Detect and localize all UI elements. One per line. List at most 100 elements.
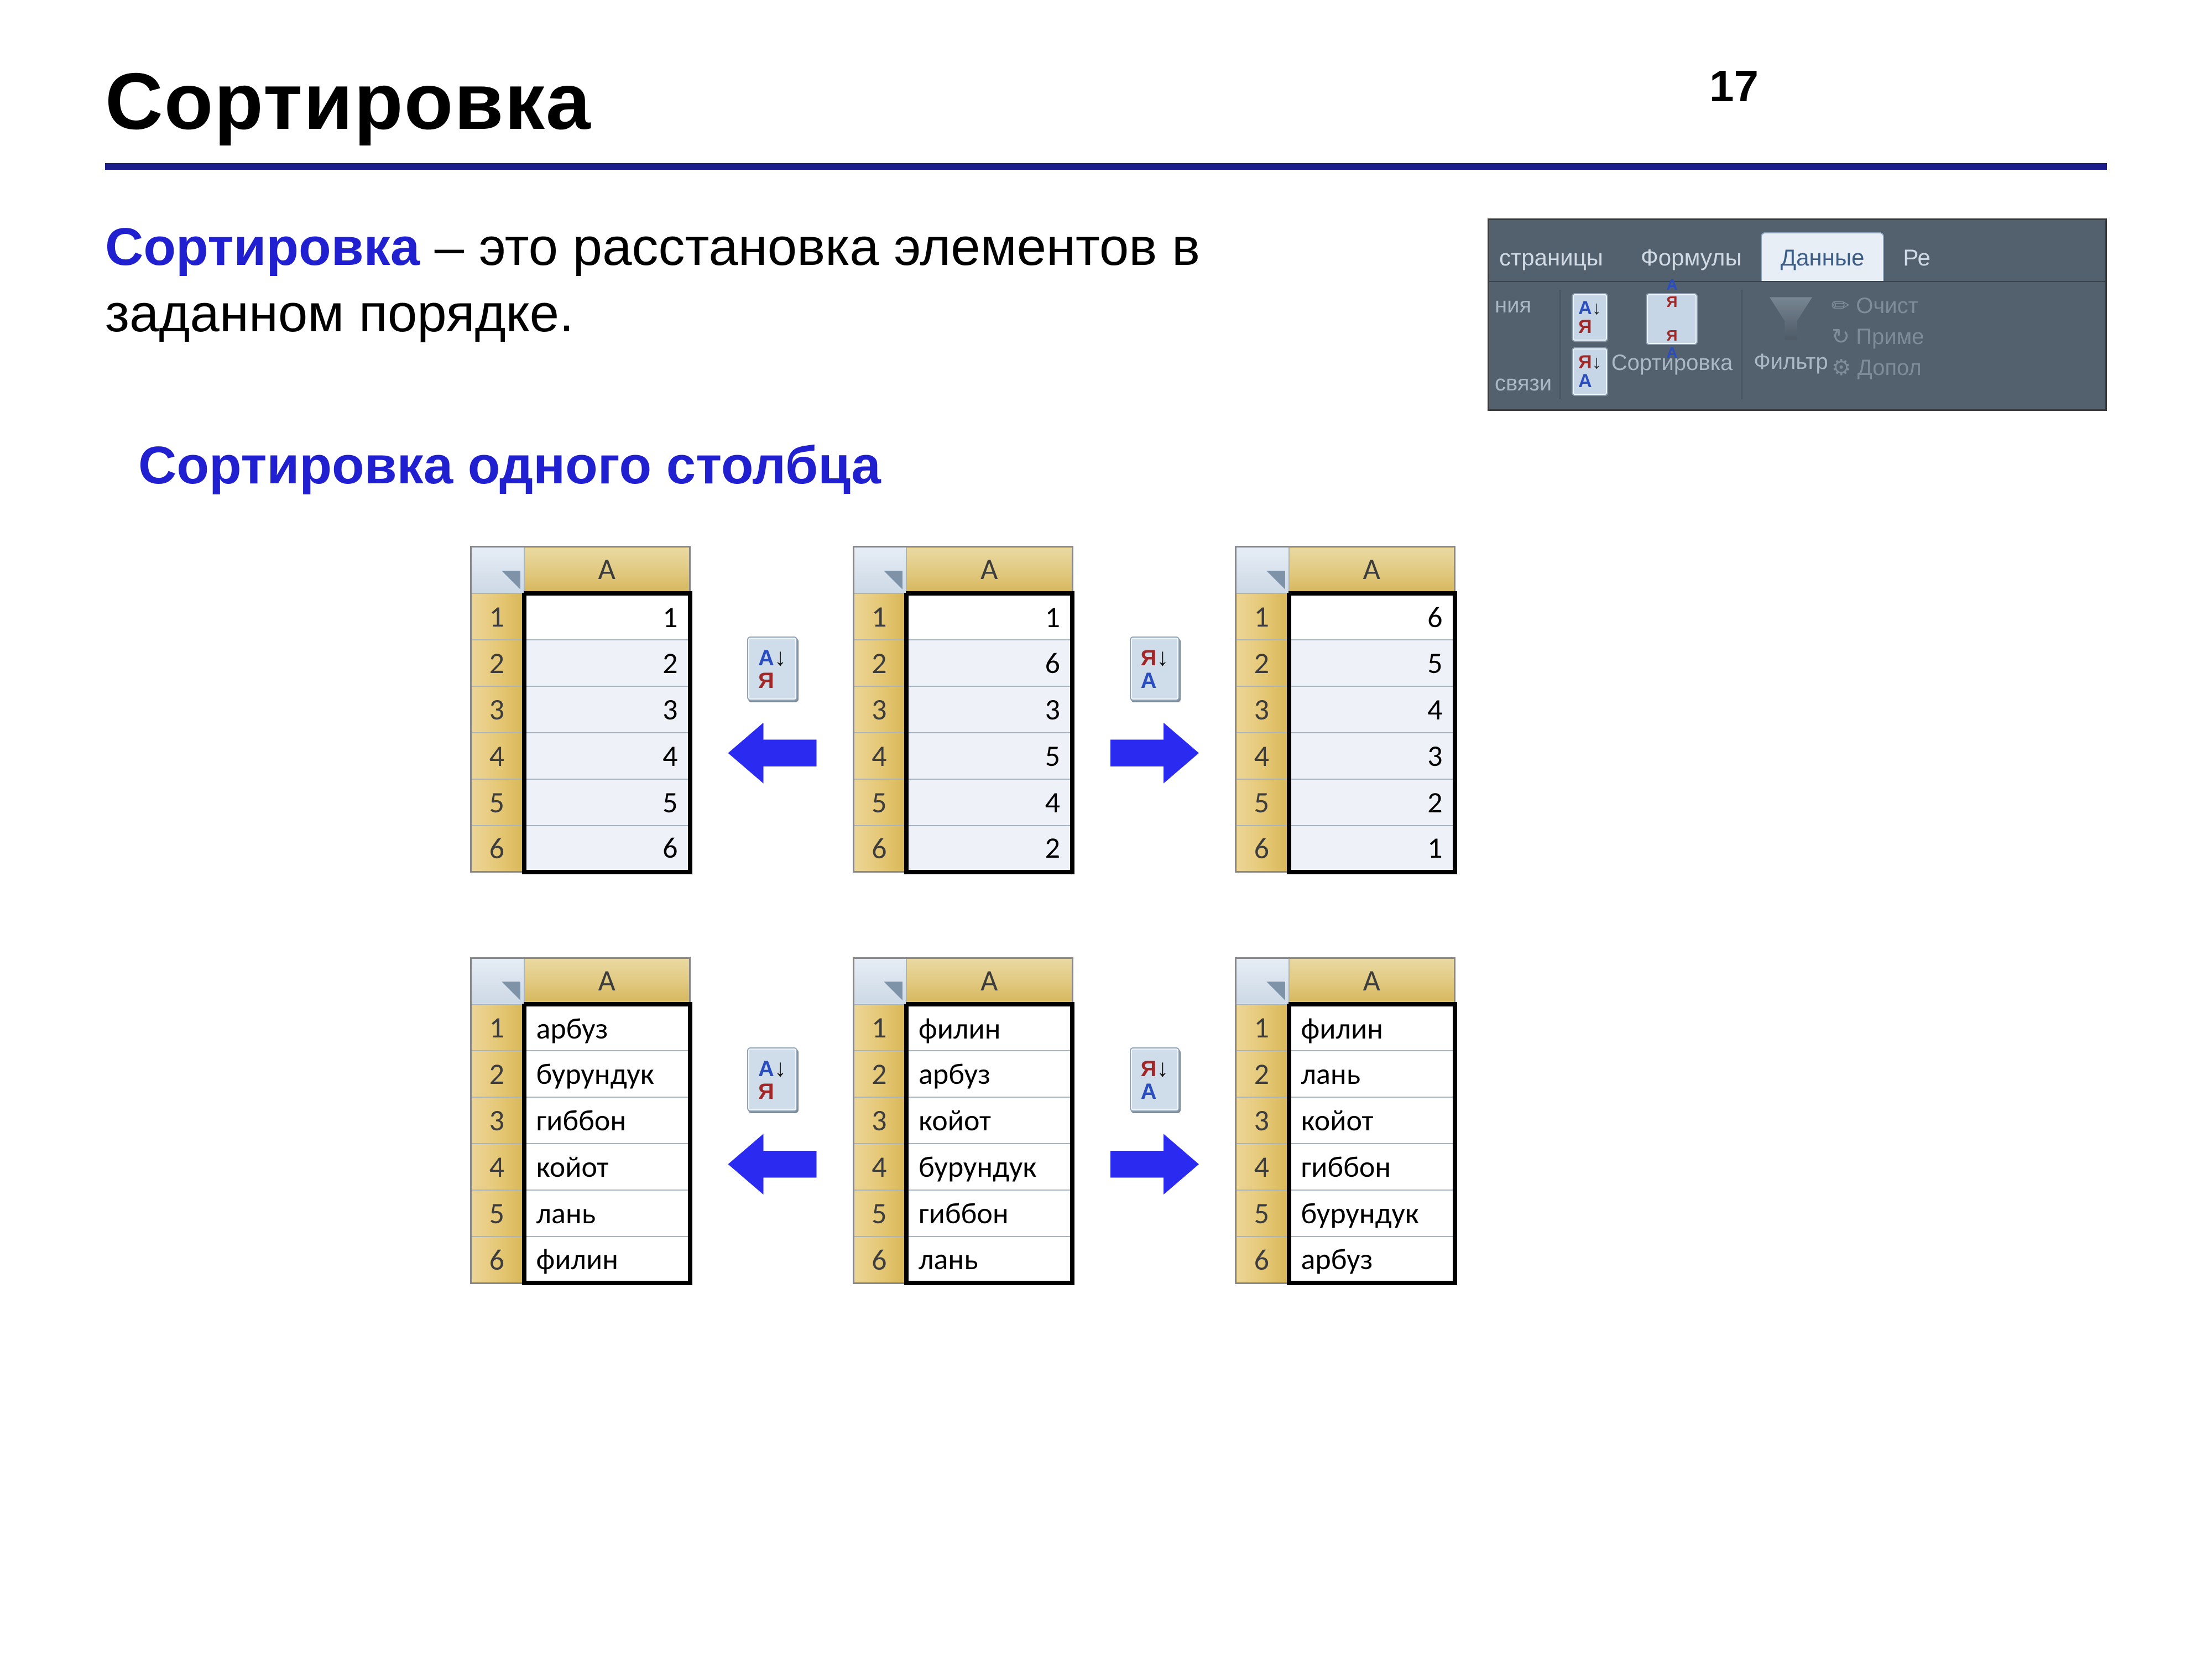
row-2-header[interactable]: 2 xyxy=(1236,1051,1289,1097)
row-1-header[interactable]: 1 xyxy=(471,593,524,640)
cell-a1[interactable]: арбуз xyxy=(524,1004,690,1051)
sort-asc-icon[interactable]: А↓Я xyxy=(747,1047,797,1112)
cell-a2[interactable]: лань xyxy=(1289,1051,1455,1097)
col-a-header[interactable]: A xyxy=(1289,547,1455,593)
cell-a2[interactable]: 2 xyxy=(524,640,690,686)
row-2-header[interactable]: 2 xyxy=(471,1051,524,1097)
cell-a6[interactable]: 2 xyxy=(906,826,1072,872)
row-5-header[interactable]: 5 xyxy=(1236,1190,1289,1237)
row-4-header[interactable]: 4 xyxy=(471,1144,524,1190)
row-5-header[interactable]: 5 xyxy=(853,1190,906,1237)
sort-dialog-icon[interactable]: А ЯЯ А xyxy=(1646,293,1698,345)
cell-a2[interactable]: 5 xyxy=(1289,640,1455,686)
row-6-header[interactable]: 6 xyxy=(853,826,906,872)
cell-a4[interactable]: 5 xyxy=(906,733,1072,779)
corner-cell[interactable] xyxy=(471,958,524,1004)
row-4-header[interactable]: 4 xyxy=(471,733,524,779)
cell-a5[interactable]: лань xyxy=(524,1190,690,1237)
row-3-header[interactable]: 3 xyxy=(471,686,524,733)
col-a-header[interactable]: A xyxy=(524,547,690,593)
filter-reapply[interactable]: ↻ Приме xyxy=(1832,324,1924,349)
row-4-header[interactable]: 4 xyxy=(853,1144,906,1190)
row-1-header[interactable]: 1 xyxy=(1236,1004,1289,1051)
row-6-header[interactable]: 6 xyxy=(471,1237,524,1283)
corner-cell[interactable] xyxy=(471,547,524,593)
filter-clear[interactable]: ✏ Очист xyxy=(1832,293,1918,319)
filter-advanced[interactable]: ⚙ Допол xyxy=(1832,355,1922,380)
cell-a2[interactable]: бурундук xyxy=(524,1051,690,1097)
row-6-header[interactable]: 6 xyxy=(471,826,524,872)
row-1-header[interactable]: 1 xyxy=(471,1004,524,1051)
cell-a5[interactable]: бурундук xyxy=(1289,1190,1455,1237)
cell-a5[interactable]: гиббон xyxy=(906,1190,1072,1237)
cell-a6[interactable]: филин xyxy=(524,1237,690,1283)
cell-a3[interactable]: 3 xyxy=(906,686,1072,733)
cell-a4[interactable]: бурундук xyxy=(906,1144,1072,1190)
ribbon-tab-review-frag[interactable]: Ре xyxy=(1884,233,1934,281)
row-6-header[interactable]: 6 xyxy=(1236,1237,1289,1283)
corner-cell[interactable] xyxy=(1236,958,1289,1004)
cell-a4[interactable]: 4 xyxy=(524,733,690,779)
cell-a4[interactable]: койот xyxy=(524,1144,690,1190)
cell-a1[interactable]: 1 xyxy=(906,593,1072,640)
cell-a3[interactable]: койот xyxy=(1289,1097,1455,1144)
corner-cell[interactable] xyxy=(853,547,906,593)
row-6-header[interactable]: 6 xyxy=(1236,826,1289,872)
sort-desc-button[interactable]: Я↓А xyxy=(1572,347,1608,396)
cell-a3[interactable]: 3 xyxy=(524,686,690,733)
row-5-header[interactable]: 5 xyxy=(853,779,906,826)
ribbon-tab-data[interactable]: Данные xyxy=(1761,232,1885,281)
cell-a1[interactable]: 1 xyxy=(524,593,690,640)
corner-cell[interactable] xyxy=(853,958,906,1004)
cell-a6[interactable]: арбуз xyxy=(1289,1237,1455,1283)
row-6-header[interactable]: 6 xyxy=(853,1237,906,1283)
row-5-header[interactable]: 5 xyxy=(1236,779,1289,826)
row-2-header[interactable]: 2 xyxy=(853,640,906,686)
cell-a1[interactable]: 6 xyxy=(1289,593,1455,640)
row-1-header[interactable]: 1 xyxy=(853,593,906,640)
col-a-header[interactable]: A xyxy=(1289,958,1455,1004)
cell-a5[interactable]: 2 xyxy=(1289,779,1455,826)
row-3-header[interactable]: 3 xyxy=(853,1097,906,1144)
row-3-header[interactable]: 3 xyxy=(471,1097,524,1144)
col-a-header[interactable]: A xyxy=(906,547,1072,593)
cell-a2[interactable]: 6 xyxy=(906,640,1072,686)
row-4-header[interactable]: 4 xyxy=(1236,733,1289,779)
cell-a6[interactable]: лань xyxy=(906,1237,1072,1283)
row-2-header[interactable]: 2 xyxy=(471,640,524,686)
row-3-header[interactable]: 3 xyxy=(1236,686,1289,733)
row-3-header[interactable]: 3 xyxy=(853,686,906,733)
ribbon-tab-formulas[interactable]: Формулы xyxy=(1622,233,1761,281)
cell-a1[interactable]: филин xyxy=(1289,1004,1455,1051)
row-2-header[interactable]: 2 xyxy=(1236,640,1289,686)
ribbon-tab-pagelayout-frag[interactable]: страницы xyxy=(1495,233,1622,281)
slide: 17 Сортировка Сортировка – это расстанов… xyxy=(0,0,2212,1659)
cell-a6[interactable]: 6 xyxy=(524,826,690,872)
sort-desc-icon[interactable]: Я↓А xyxy=(1130,637,1180,701)
cell-a1[interactable]: филин xyxy=(906,1004,1072,1051)
sort-asc-icon[interactable]: А↓Я xyxy=(747,637,797,701)
cell-a3[interactable]: койот xyxy=(906,1097,1072,1144)
cell-a5[interactable]: 5 xyxy=(524,779,690,826)
cell-a4[interactable]: гиббон xyxy=(1289,1144,1455,1190)
row-5-header[interactable]: 5 xyxy=(471,1190,524,1237)
col-a-header[interactable]: A xyxy=(524,958,690,1004)
row-1-header[interactable]: 1 xyxy=(853,1004,906,1051)
col-a-header[interactable]: A xyxy=(906,958,1072,1004)
cell-a3[interactable]: 4 xyxy=(1289,686,1455,733)
filter-icon[interactable] xyxy=(1765,293,1816,344)
row-4-header[interactable]: 4 xyxy=(1236,1144,1289,1190)
corner-cell[interactable] xyxy=(1236,547,1289,593)
row-4-header[interactable]: 4 xyxy=(853,733,906,779)
sort-desc-icon[interactable]: Я↓А xyxy=(1130,1047,1180,1112)
sort-asc-button[interactable]: А↓Я xyxy=(1572,293,1608,342)
cell-a4[interactable]: 3 xyxy=(1289,733,1455,779)
cell-a2[interactable]: арбуз xyxy=(906,1051,1072,1097)
cell-a6[interactable]: 1 xyxy=(1289,826,1455,872)
cell-a5[interactable]: 4 xyxy=(906,779,1072,826)
row-3-header[interactable]: 3 xyxy=(1236,1097,1289,1144)
cell-a3[interactable]: гиббон xyxy=(524,1097,690,1144)
row-1-header[interactable]: 1 xyxy=(1236,593,1289,640)
row-5-header[interactable]: 5 xyxy=(471,779,524,826)
row-2-header[interactable]: 2 xyxy=(853,1051,906,1097)
